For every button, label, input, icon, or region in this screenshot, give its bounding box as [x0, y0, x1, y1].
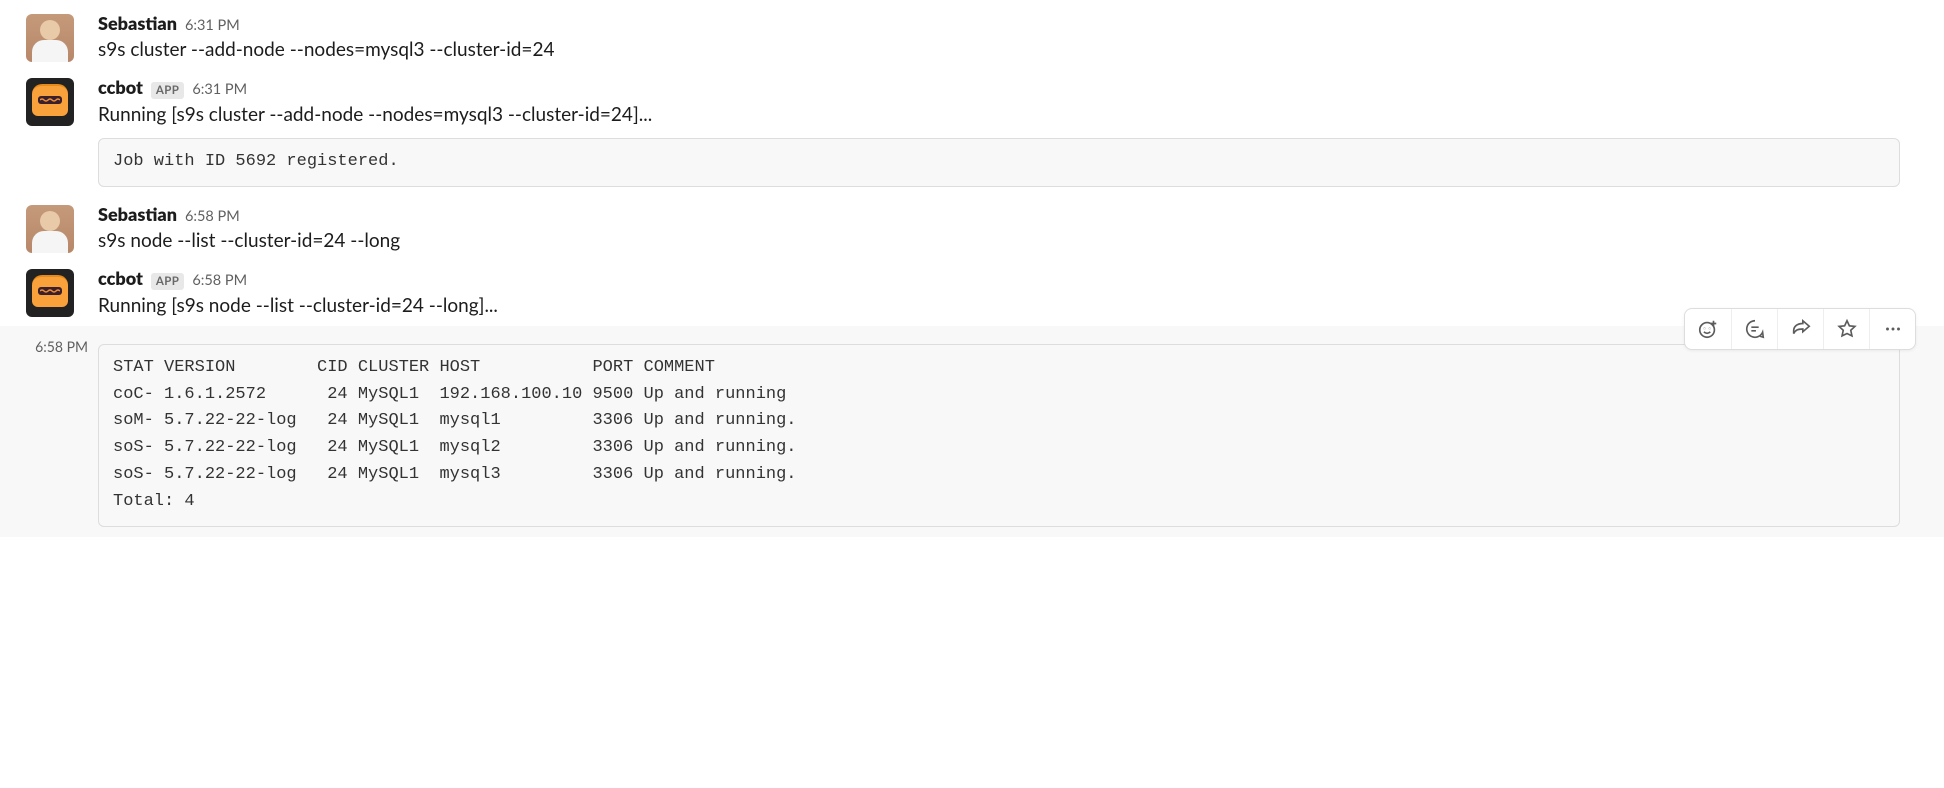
bot-visor-wave-icon — [40, 289, 60, 293]
message-author[interactable]: Sebastian — [98, 203, 177, 225]
message-body: ccbot APP 6:58 PM Running [s9s node --li… — [98, 267, 1918, 320]
timestamp-gutter[interactable]: 6:58 PM — [26, 332, 98, 355]
message-body: STAT VERSION CID CLUSTER HOST PORT COMME… — [98, 334, 1918, 531]
code-block: STAT VERSION CID CLUSTER HOST PORT COMME… — [98, 344, 1900, 527]
message-action-toolbar — [1684, 308, 1916, 350]
avatar-gutter — [26, 76, 98, 126]
message-timestamp[interactable]: 6:58 PM — [185, 208, 240, 225]
message-body: Sebastian 6:58 PM s9s node --list --clus… — [98, 203, 1918, 255]
app-badge: APP — [151, 82, 184, 99]
message-timestamp[interactable]: 6:31 PM — [192, 81, 247, 98]
message: ccbot APP 6:31 PM Running [s9s cluster -… — [0, 70, 1944, 198]
start-thread-button[interactable] — [1731, 309, 1777, 349]
avatar-bot[interactable] — [26, 269, 74, 317]
message-list: Sebastian 6:31 PM s9s cluster --add-node… — [0, 0, 1944, 561]
message: 6:58 PM STAT VERSION CID CLUSTER HOST PO… — [0, 326, 1944, 537]
message-text: Running [s9s cluster --add-node --nodes=… — [98, 101, 1900, 129]
message-text: s9s node --list --cluster-id=24 --long — [98, 227, 1900, 255]
more-actions-button[interactable] — [1869, 309, 1915, 349]
message-header: ccbot APP 6:58 PM — [98, 267, 1900, 290]
code-block: Job with ID 5692 registered. — [98, 138, 1900, 187]
avatar-user[interactable] — [26, 14, 74, 62]
add-reaction-button[interactable] — [1685, 309, 1731, 349]
bot-visor-wave-icon — [40, 98, 60, 102]
star-icon — [1836, 318, 1858, 340]
emoji-plus-icon — [1697, 318, 1719, 340]
share-arrow-icon — [1790, 318, 1812, 340]
message-header: Sebastian 6:58 PM — [98, 203, 1900, 225]
message: Sebastian 6:58 PM s9s node --list --clus… — [0, 197, 1944, 261]
message-header: ccbot APP 6:31 PM — [98, 76, 1900, 99]
share-message-button[interactable] — [1777, 309, 1823, 349]
message: ccbot APP 6:58 PM Running [s9s node --li… — [0, 261, 1944, 326]
app-badge: APP — [151, 273, 184, 290]
avatar-gutter — [26, 12, 98, 62]
message-header: Sebastian 6:31 PM — [98, 12, 1900, 34]
message: Sebastian 6:31 PM s9s cluster --add-node… — [0, 6, 1944, 70]
message-text: Running [s9s node --list --cluster-id=24… — [98, 292, 1900, 320]
message-author[interactable]: Sebastian — [98, 12, 177, 34]
thread-icon — [1744, 318, 1766, 340]
save-message-button[interactable] — [1823, 309, 1869, 349]
message-body: ccbot APP 6:31 PM Running [s9s cluster -… — [98, 76, 1918, 192]
message-text: s9s cluster --add-node --nodes=mysql3 --… — [98, 36, 1900, 64]
avatar-bot[interactable] — [26, 78, 74, 126]
avatar-gutter — [26, 203, 98, 253]
message-author[interactable]: ccbot — [98, 267, 143, 289]
message-body: Sebastian 6:31 PM s9s cluster --add-node… — [98, 12, 1918, 64]
message-timestamp[interactable]: 6:58 PM — [192, 272, 247, 289]
avatar-user[interactable] — [26, 205, 74, 253]
message-timestamp[interactable]: 6:31 PM — [185, 17, 240, 34]
message-author[interactable]: ccbot — [98, 76, 143, 98]
more-horizontal-icon — [1882, 318, 1904, 340]
avatar-gutter — [26, 267, 98, 317]
